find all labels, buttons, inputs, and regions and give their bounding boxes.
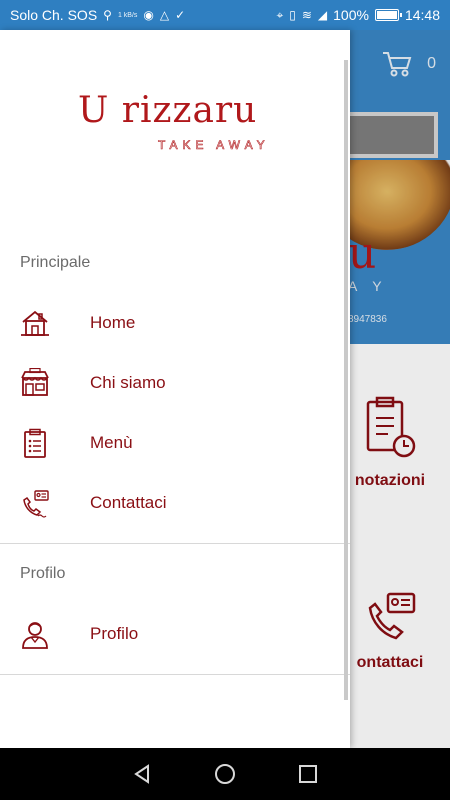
menu-item-chi-siamo[interactable]: Chi siamo — [0, 353, 350, 413]
wifi-icon: ≋ — [301, 8, 312, 22]
status-bar: Solo Ch. SOS ⚲ 1 kB/s ◉ △ ✓ ⌖ ▯ ≋ ◢ 100%… — [0, 0, 450, 30]
download-done-icon: ✓ — [175, 8, 186, 22]
house-icon — [21, 310, 49, 336]
section-divider — [0, 674, 350, 675]
store-icon — [21, 368, 49, 396]
drawer-scrollbar[interactable] — [344, 60, 348, 700]
location-icon: ⌖ — [276, 8, 284, 22]
recents-icon[interactable] — [297, 763, 319, 785]
system-navigation-bar — [0, 748, 450, 800]
navigation-drawer: U rizzaru TAKE AWAY Principale Home Chi … — [0, 30, 350, 748]
carrier-label: Solo Ch. SOS — [10, 7, 98, 23]
menu-item-contattaci[interactable]: Contattaci — [0, 473, 350, 533]
app-notification-icon: ◉ — [143, 8, 154, 22]
menu-item-label: Contattaci — [90, 493, 167, 512]
menu-item-menu[interactable]: Menù — [0, 413, 350, 473]
battery-icon — [374, 9, 402, 21]
menu-item-label: Menù — [90, 433, 133, 452]
signal-icon: ◢ — [317, 8, 328, 22]
menu-item-label: Home — [90, 313, 136, 332]
back-icon[interactable] — [131, 763, 153, 785]
section-title-profilo: Profilo — [20, 565, 66, 582]
menu-item-label: Chi siamo — [90, 373, 166, 392]
network-speed: 1 kB/s — [117, 11, 138, 19]
clipboard-icon — [24, 428, 46, 458]
section-title-principale: Principale — [20, 254, 91, 271]
menu-item-home[interactable]: Home — [0, 293, 350, 353]
home-icon[interactable] — [214, 763, 236, 785]
menu-item-label: Profilo — [90, 624, 139, 643]
clock: 14:48 — [404, 7, 440, 23]
user-icon — [22, 622, 48, 649]
menu-item-profilo[interactable]: Profilo — [0, 604, 350, 664]
logo: U rizzaru TAKE AWAY — [78, 90, 278, 160]
logo-subtitle: TAKE AWAY — [158, 138, 270, 153]
usb-icon: ⚲ — [103, 8, 112, 22]
battery-percent: 100% — [333, 7, 369, 23]
section-divider — [0, 543, 350, 544]
phone-contact-icon — [23, 490, 49, 518]
vibrate-icon: ▯ — [289, 8, 296, 22]
logo-text: U rizzaru — [78, 90, 258, 131]
drive-icon: △ — [159, 8, 170, 22]
